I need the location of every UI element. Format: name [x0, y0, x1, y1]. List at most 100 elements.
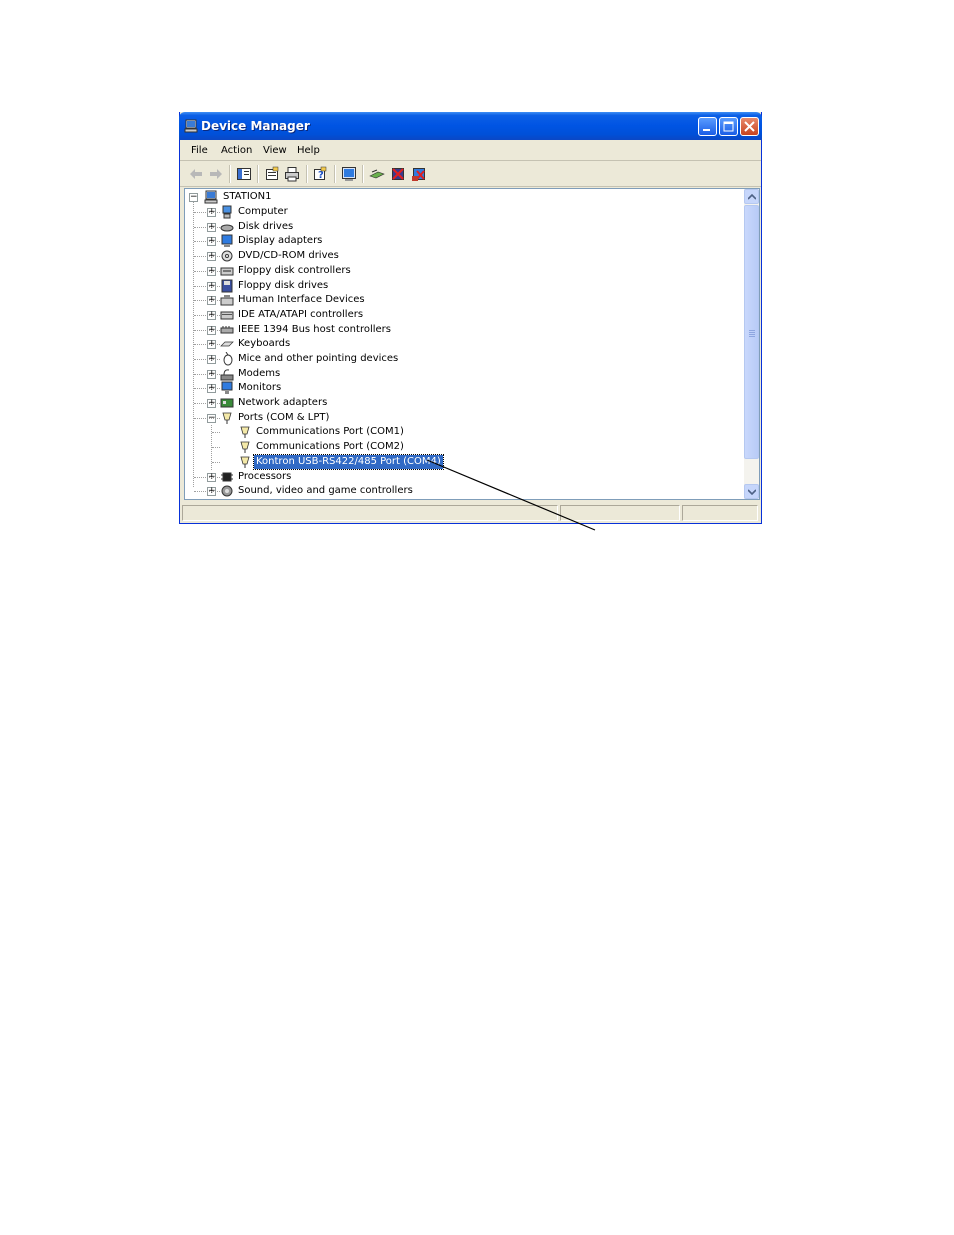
- properties-icon[interactable]: [264, 166, 280, 182]
- tree-connector: [194, 271, 220, 272]
- tree-item-label: IDE ATA/ATAPI controllers: [238, 309, 364, 320]
- tree-connector: [194, 344, 220, 345]
- tree-connector: [194, 241, 220, 242]
- toolbar-separator: [362, 165, 364, 183]
- tree-item-label: Keyboards: [238, 338, 291, 349]
- tree-connector: [194, 300, 220, 301]
- computer-icon: [222, 205, 232, 219]
- floppy-drive-icon: [221, 279, 233, 293]
- tree-item-label: DVD/CD-ROM drives: [238, 250, 339, 261]
- update-driver-icon[interactable]: [341, 166, 357, 182]
- tree-connector: [212, 447, 220, 448]
- scroll-grip: [749, 336, 755, 337]
- uninstall-device-icon[interactable]: [411, 166, 427, 182]
- processor-icon: [221, 472, 233, 482]
- tree-connector: [194, 403, 220, 404]
- scroll-down-button[interactable]: [744, 484, 759, 499]
- tree-connector: [194, 330, 220, 331]
- chevron-up-icon: [748, 194, 756, 200]
- tree-connector: [212, 462, 220, 463]
- menu-help[interactable]: Help: [297, 145, 320, 156]
- status-bar: [180, 503, 761, 523]
- tree-item-label: IEEE 1394 Bus host controllers: [238, 324, 391, 335]
- sound-icon: [221, 485, 233, 497]
- back-icon[interactable]: [188, 166, 204, 182]
- tree-root-label: STATION1: [223, 191, 272, 202]
- tree-item-label: Communications Port (COM2): [256, 441, 404, 452]
- port-icon: [240, 456, 250, 468]
- disable-device-icon[interactable]: [390, 166, 406, 182]
- toolbar: ?: [180, 161, 761, 187]
- tree-item-label: Processors: [238, 471, 292, 482]
- scroll-up-button[interactable]: [744, 189, 759, 204]
- tree-item-label: Sound, video and game controllers: [238, 485, 413, 496]
- tree-connector: [194, 286, 220, 287]
- tree-item-label: Computer: [238, 206, 288, 217]
- status-pane: [560, 505, 680, 521]
- window-title: Device Manager: [201, 119, 310, 133]
- scroll-grip: [749, 334, 755, 335]
- menu-bar: File Action View Help: [180, 140, 761, 161]
- menu-view[interactable]: View: [263, 145, 287, 156]
- toolbar-separator: [334, 165, 336, 183]
- menu-file[interactable]: File: [191, 145, 208, 156]
- toolbar-separator: [306, 165, 308, 183]
- tree-connector: [212, 432, 220, 433]
- chevron-down-icon: [748, 489, 756, 495]
- network-adapter-icon: [220, 398, 234, 408]
- keyboard-icon: [220, 341, 234, 347]
- vertical-scrollbar[interactable]: [744, 189, 759, 499]
- scroll-grip: [749, 332, 755, 333]
- tree-item-label: Floppy disk controllers: [238, 265, 351, 276]
- help-icon[interactable]: ?: [312, 166, 328, 182]
- port-icon: [240, 441, 250, 453]
- device-manager-window: Device Manager File Action View Help ? −…: [179, 112, 762, 524]
- print-icon[interactable]: [284, 166, 300, 182]
- toolbar-separator: [229, 165, 231, 183]
- tree-connector: [194, 256, 220, 257]
- tree-connector: [194, 388, 220, 389]
- display-adapter-icon: [221, 234, 233, 247]
- tree-item-label: Monitors: [238, 382, 282, 393]
- title-bar[interactable]: Device Manager: [179, 112, 762, 140]
- maximize-icon: [723, 121, 734, 132]
- tree-item-label: Kontron USB-RS422/485 Port (COM4): [253, 454, 444, 470]
- tree-connector: [194, 477, 220, 478]
- tree-item-label: Display adapters: [238, 235, 323, 246]
- port-icon: [240, 426, 250, 438]
- menu-action[interactable]: Action: [221, 145, 252, 156]
- mouse-icon: [223, 352, 233, 366]
- tree-item-label: Human Interface Devices: [238, 294, 365, 305]
- scroll-thumb[interactable]: [744, 205, 759, 459]
- toolbar-separator: [257, 165, 259, 183]
- tree-connector: [194, 491, 220, 492]
- tree-item-label: Disk drives: [238, 221, 294, 232]
- tree-connector: [194, 315, 220, 316]
- svg-text:?: ?: [318, 170, 324, 181]
- status-pane: [182, 505, 558, 521]
- minimize-button[interactable]: [698, 117, 717, 136]
- maximize-button[interactable]: [719, 117, 738, 136]
- cdrom-icon: [221, 250, 233, 262]
- forward-icon[interactable]: [208, 166, 224, 182]
- tree-connector: [194, 212, 220, 213]
- status-pane: [682, 505, 758, 521]
- tree-item-label: Floppy disk drives: [238, 280, 329, 291]
- port-icon: [222, 412, 232, 424]
- collapse-toggle[interactable]: −: [189, 193, 198, 202]
- tree-connector: [194, 359, 220, 360]
- ide-controller-icon: [220, 311, 234, 320]
- tree-connector: [194, 418, 220, 419]
- ieee1394-icon: [220, 326, 234, 334]
- tree-item-label: Modems: [238, 368, 281, 379]
- device-tree[interactable]: − STATION1 + Computer + Disk drives + Display…: [184, 188, 760, 500]
- floppy-controller-icon: [220, 267, 234, 276]
- hid-icon: [220, 295, 234, 306]
- computer-icon: [184, 119, 198, 133]
- scan-hardware-icon[interactable]: [369, 166, 385, 182]
- tree-connector: [194, 374, 220, 375]
- close-button[interactable]: [740, 117, 759, 136]
- minimize-icon: [703, 129, 710, 131]
- tree-item-label: Mice and other pointing devices: [238, 353, 399, 364]
- console-tree-icon[interactable]: [236, 166, 252, 182]
